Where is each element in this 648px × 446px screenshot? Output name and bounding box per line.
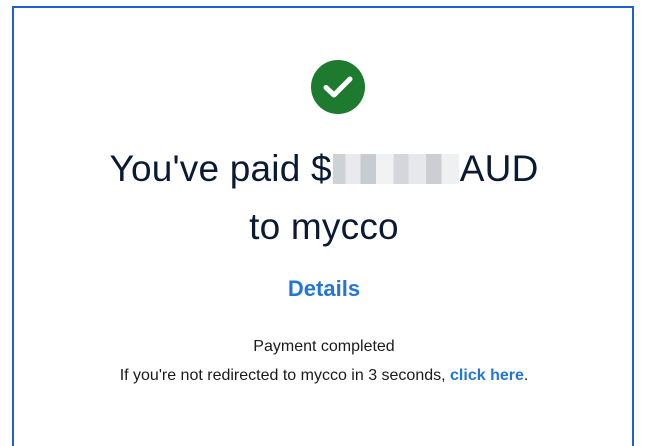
redirect-text: If you're not redirected to mycco in 3 s… <box>119 367 446 384</box>
payment-headline: You've paid $ AUD to mycco <box>0 140 648 256</box>
status-text: Payment completed <box>253 338 395 355</box>
check-circle-icon <box>311 60 365 114</box>
click-here-link[interactable]: click here <box>450 367 524 384</box>
redirect-period: . <box>523 367 529 384</box>
details-link[interactable]: Details <box>0 276 648 302</box>
redirect-message: If you're not redirected to mycco in 3 s… <box>0 367 648 385</box>
headline-prefix: You've paid $ <box>109 148 332 189</box>
redacted-amount <box>332 154 459 184</box>
headline-line-1: You've paid $ AUD <box>0 140 648 198</box>
headline-line-2: to mycco <box>249 206 399 247</box>
headline-currency: AUD <box>459 148 539 189</box>
